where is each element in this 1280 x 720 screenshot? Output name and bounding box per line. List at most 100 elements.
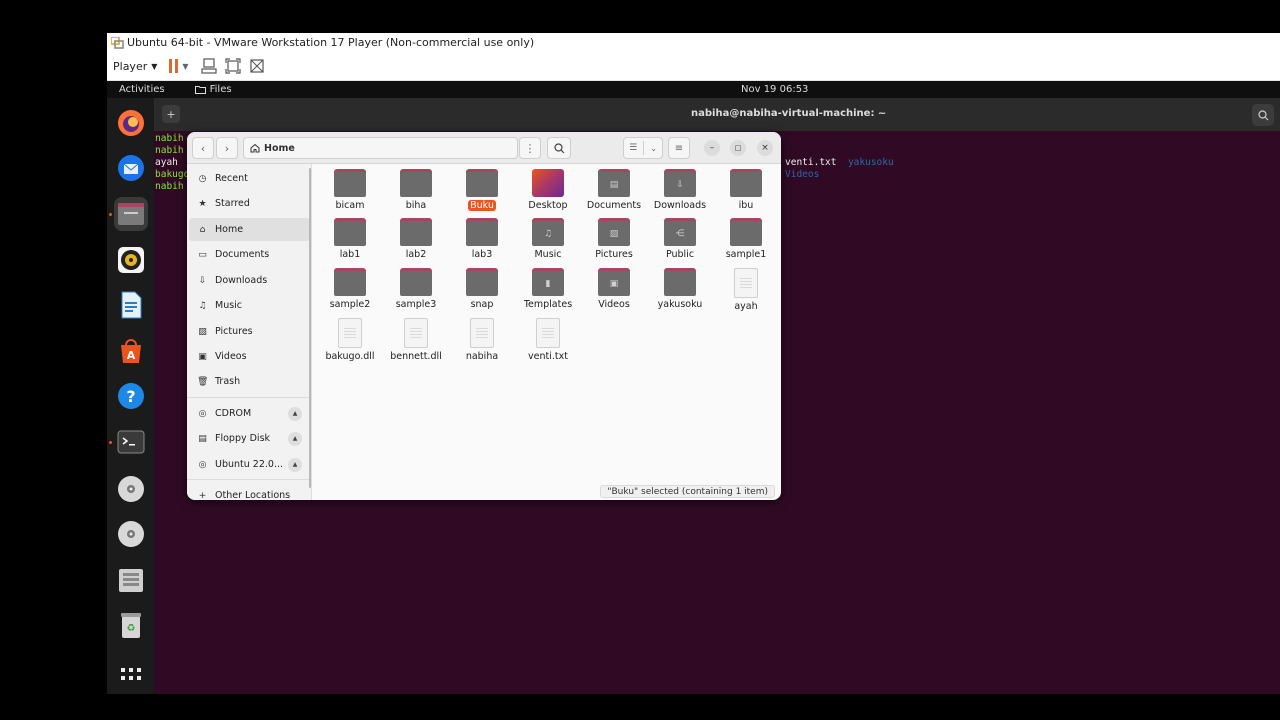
terminal-header: + nabiha@nabiha-virtual-machine: ~ (154, 98, 1280, 131)
dock-writer[interactable] (114, 288, 148, 322)
item-label: bicam (335, 200, 365, 211)
folder-icon: ▨ (598, 218, 630, 246)
folder-item[interactable]: ▮ Templates (515, 268, 581, 318)
minimize-button[interactable]: – (704, 140, 720, 156)
folder-item[interactable]: bicam (317, 169, 383, 219)
eject-icon[interactable]: ▲ (288, 406, 302, 421)
folder-item[interactable]: ♫ Music (515, 218, 581, 268)
picture-icon: ▨ (198, 326, 207, 337)
folder-item[interactable]: sample1 (713, 218, 779, 268)
item-label: Documents (586, 200, 642, 211)
file-item[interactable]: nabiha (449, 318, 515, 368)
file-item[interactable]: venti.txt (515, 318, 581, 368)
app-menu-files[interactable]: Files (194, 84, 232, 95)
folder-item[interactable]: sample2 (317, 268, 383, 318)
dock-firefox[interactable] (114, 106, 148, 140)
help-icon: ? (118, 383, 144, 409)
dock-app-center[interactable]: A (114, 334, 148, 368)
picture-icon: ▨ (609, 229, 619, 239)
dock-cdrom[interactable] (114, 472, 148, 506)
sidebar-item-pictures[interactable]: ▨ Pictures (189, 320, 310, 343)
forward-button[interactable]: › (216, 137, 238, 159)
activities-button[interactable]: Activities (119, 84, 165, 95)
folder-item[interactable]: biha (383, 169, 449, 219)
eject-icon[interactable]: ▲ (288, 431, 302, 446)
folder-icon (400, 268, 432, 296)
dock-thunderbird[interactable] (114, 151, 148, 185)
folder-item[interactable]: snap (449, 268, 515, 318)
files-headerbar: ‹ › Home ⋮ ☰ ⌄ ≡ – □ × (187, 132, 781, 164)
gnome-top-bar: Activities Files Nov 19 06:53 (107, 81, 1280, 98)
folder-icon (334, 169, 366, 197)
sidebar-item-cdrom[interactable]: ◎ CDROM ▲ (189, 402, 310, 425)
main-menu-button[interactable]: ≡ (668, 137, 690, 159)
path-menu-button[interactable]: ⋮ (519, 137, 541, 159)
item-label: nabiha (465, 351, 499, 362)
video-icon: ▣ (609, 279, 619, 289)
clock[interactable]: Nov 19 06:53 (741, 84, 808, 95)
trash-icon: ♻ (121, 613, 141, 638)
send-ctrl-alt-del-icon[interactable] (200, 57, 218, 75)
folder-item[interactable]: lab2 (383, 218, 449, 268)
folder-item[interactable]: ⋲ Public (647, 218, 713, 268)
search-button[interactable] (547, 137, 571, 159)
maximize-button[interactable]: □ (730, 140, 746, 156)
sidebar-item-music[interactable]: ♫ Music (189, 294, 310, 317)
sidebar-item-recent[interactable]: ◷ Recent (189, 167, 310, 190)
sidebar-item-label: Videos (215, 351, 247, 362)
folder-item[interactable]: Desktop (515, 169, 581, 219)
fullscreen-icon[interactable] (224, 57, 242, 75)
sidebar-item-ubuntu-disc[interactable]: ◎ Ubuntu 22.0... ▲ (189, 453, 310, 476)
search-icon[interactable] (1252, 104, 1274, 126)
pause-icon[interactable] (169, 59, 179, 73)
dock-floppy[interactable] (114, 563, 148, 597)
pause-dropdown-icon[interactable]: ▼ (182, 62, 188, 71)
folder-item[interactable]: ▤ Documents (581, 169, 647, 219)
folder-item[interactable]: sample3 (383, 268, 449, 318)
document-icon: ▤ (609, 180, 619, 190)
show-apps-button[interactable] (114, 657, 148, 691)
folder-item[interactable]: ⇩ Downloads (647, 169, 713, 219)
folder-item[interactable]: ▣ Videos (581, 268, 647, 318)
path-bar[interactable]: Home (243, 137, 518, 159)
sidebar-item-videos[interactable]: ▣ Videos (189, 345, 310, 368)
sidebar-item-starred[interactable]: ★ Starred (189, 192, 310, 215)
plus-icon: + (198, 490, 207, 501)
dock-dvd[interactable] (114, 517, 148, 551)
folder-icon: ▤ (598, 169, 630, 197)
folder-item[interactable]: lab1 (317, 218, 383, 268)
sidebar-item-label: Trash (215, 376, 241, 387)
dock-rhythmbox[interactable] (114, 243, 148, 277)
sidebar-scrollbar[interactable] (309, 168, 311, 488)
file-item[interactable]: bennett.dll (383, 318, 449, 368)
file-item[interactable]: ayah (713, 268, 779, 318)
close-button[interactable]: × (757, 140, 773, 156)
file-item[interactable]: bakugo.dll (317, 318, 383, 368)
unity-icon[interactable] (248, 57, 266, 75)
folder-item[interactable]: lab3 (449, 218, 515, 268)
new-tab-icon[interactable]: + (162, 105, 180, 123)
sidebar-item-home[interactable]: ⌂ Home (189, 218, 310, 241)
folder-icon (400, 169, 432, 197)
sidebar-item-downloads[interactable]: ⇩ Downloads (189, 269, 310, 292)
folder-item[interactable]: yakusoku (647, 268, 713, 318)
eject-icon[interactable]: ▲ (288, 457, 302, 472)
player-menu-button[interactable]: Player ▼ (113, 60, 157, 73)
folder-item[interactable]: ibu (713, 169, 779, 219)
dock-trash[interactable]: ♻ (114, 608, 148, 642)
folder-item[interactable]: Buku (449, 169, 515, 219)
sidebar-item-documents[interactable]: ▭ Documents (189, 243, 310, 266)
folder-item[interactable]: ▨ Pictures (581, 218, 647, 268)
dock-help[interactable]: ? (114, 379, 148, 413)
sidebar-item-trash[interactable]: 🗑 Trash (189, 370, 310, 393)
back-button[interactable]: ‹ (192, 137, 214, 159)
folder-icon: ▣ (598, 268, 630, 296)
folder-icon (400, 218, 432, 246)
sidebar-item-floppy[interactable]: ▤ Floppy Disk ▲ (189, 427, 310, 450)
sidebar-item-label: Documents (215, 249, 270, 260)
view-toggle-button[interactable]: ☰ ⌄ (623, 137, 663, 159)
sidebar-item-other-locations[interactable]: + Other Locations (189, 484, 310, 500)
dock-files[interactable] (114, 197, 148, 231)
disc-icon: ◎ (198, 459, 207, 470)
dock-terminal[interactable] (114, 425, 148, 459)
